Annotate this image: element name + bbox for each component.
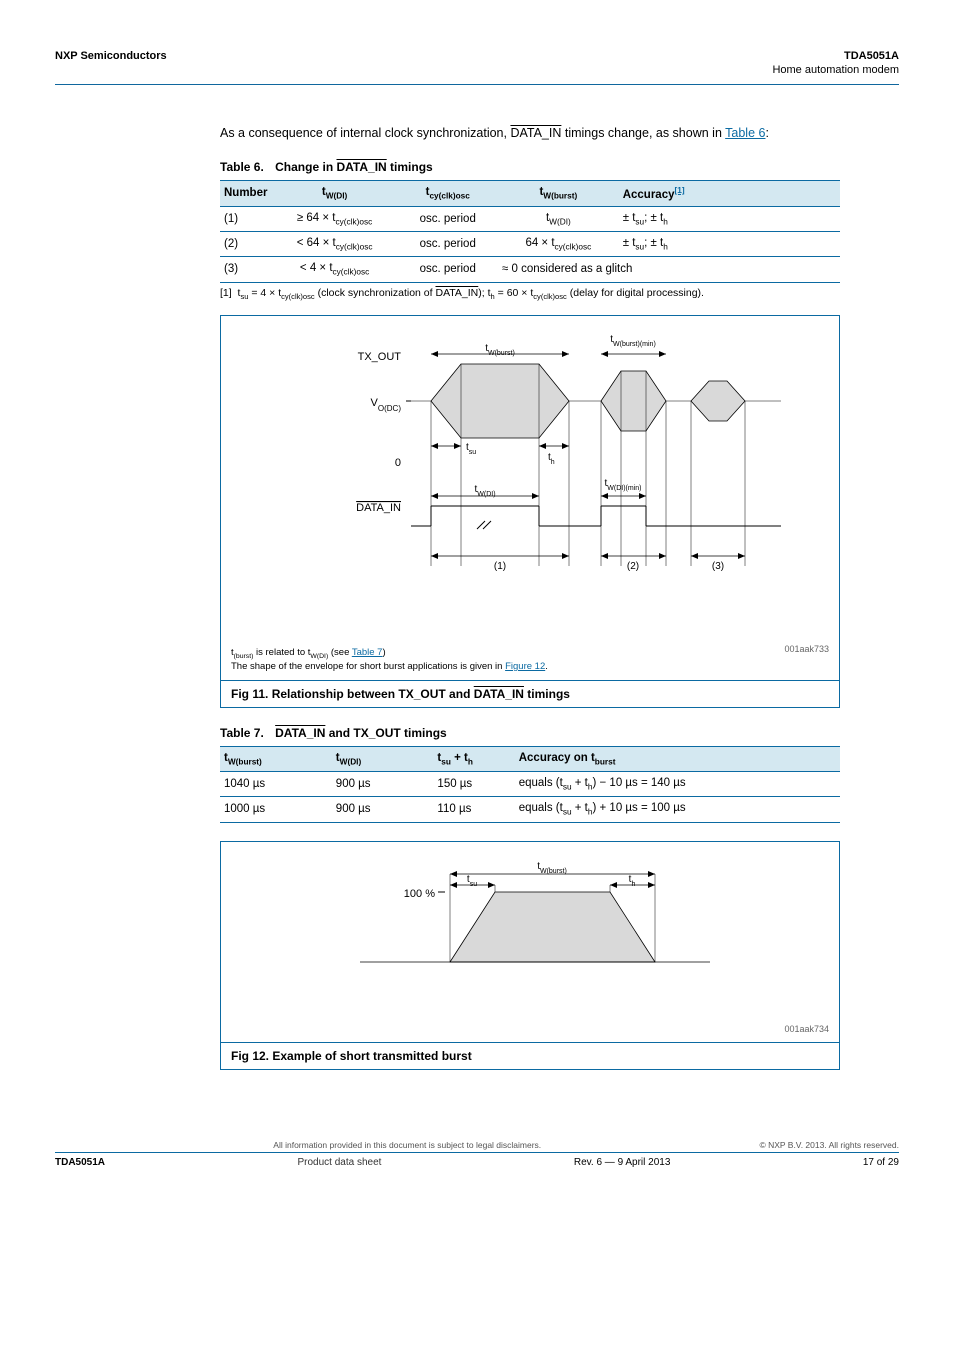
fig12-text: Example of short transmitted burst: [272, 1049, 471, 1063]
footer-doctype: Product data sheet: [297, 1157, 381, 1168]
th-twb: tW(burst): [220, 746, 332, 771]
svg-text:100 %: 100 %: [404, 888, 435, 900]
link-table7[interactable]: Table 7: [352, 647, 383, 658]
th-accuracy: Accuracy[1]: [619, 180, 840, 206]
svg-text:tW(burst)(min): tW(burst)(min): [610, 334, 656, 348]
footer-rev: Rev. 6 — 9 April 2013: [574, 1157, 671, 1168]
doc-title: Home automation modem: [772, 64, 899, 76]
th-number: Number: [220, 180, 272, 206]
svg-text:tW(burst): tW(burst): [537, 861, 567, 875]
link-figure12[interactable]: Figure 12: [505, 661, 545, 672]
svg-text:tW(burst): tW(burst): [485, 343, 515, 357]
footer-page: 17 of 29: [863, 1157, 899, 1168]
footer-docid: TDA5051A: [55, 1157, 105, 1168]
th-twdi: tW(DI): [272, 180, 398, 206]
table7-header-row: tW(burst) tW(DI) tsu + th Accuracy on tb…: [220, 746, 840, 771]
header-rule: [55, 84, 899, 85]
svg-text:tW(DI): tW(DI): [474, 484, 495, 498]
figure11-svg: TX_OUT VO(DC) 0: [231, 326, 829, 636]
svg-text:tW(DI)(min): tW(DI)(min): [605, 478, 642, 492]
table-row: 1040 µs 900 µs 150 µs equals (tsu + th) …: [220, 771, 840, 796]
svg-text:VO(DC): VO(DC): [371, 397, 402, 413]
figure11-footnote: 001aak733 t(burst) is related to tW(DI) …: [221, 643, 839, 680]
doc-id: TDA5051A: [844, 50, 899, 62]
intro-paragraph: As a consequence of internal clock synch…: [220, 125, 899, 142]
figure12-caption-bar: Fig 12. Example of short transmitted bur…: [221, 1042, 839, 1069]
svg-text:th: th: [548, 452, 555, 466]
table6-footnote: [1] tsu = 4 × tcy(clk)osc (clock synchro…: [220, 287, 899, 301]
svg-text:(1): (1): [494, 561, 506, 572]
figure12-id-row: 001aak734: [221, 1019, 839, 1043]
svg-text:(3): (3): [712, 561, 724, 572]
th-tsuth: tsu + th: [433, 746, 514, 771]
table7-caption: Table 7. DATA_IN and TX_OUT timings: [220, 726, 899, 740]
table-row: (1) ≥ 64 × tcy(clk)osc osc. period tW(DI…: [220, 206, 840, 231]
table7-label: Table 7.: [220, 726, 264, 740]
link-table6[interactable]: Table 6: [725, 126, 765, 140]
main-content: As a consequence of internal clock synch…: [220, 125, 899, 1070]
fig11-label: Fig 11.: [231, 687, 268, 701]
figure12-id: 001aak734: [784, 1024, 829, 1034]
th-tcy: tcy(clk)osc: [397, 180, 498, 206]
svg-text:DATA_IN: DATA_IN: [356, 502, 401, 514]
table6-caption: Table 6. Change in DATA_IN timings: [220, 160, 899, 174]
footnote-ref-1[interactable]: [1]: [675, 186, 685, 195]
fig12-label: Fig 12.: [231, 1049, 269, 1063]
table6-label: Table 6.: [220, 160, 264, 174]
footer-legal: All information provided in this documen…: [273, 1140, 541, 1150]
page-header-sub: Home automation modem: [55, 64, 899, 76]
th-acc: Accuracy on tburst: [515, 746, 840, 771]
table-row: 1000 µs 900 µs 110 µs equals (tsu + th) …: [220, 797, 840, 822]
svg-text:tsu: tsu: [466, 442, 476, 456]
th-twdi: tW(DI): [332, 746, 434, 771]
figure11-frame: TX_OUT VO(DC) 0: [220, 315, 840, 708]
page-header: NXP Semiconductors TDA5051A: [55, 50, 899, 62]
table7: tW(burst) tW(DI) tsu + th Accuracy on tb…: [220, 746, 840, 823]
svg-text:TX_OUT: TX_OUT: [358, 351, 402, 363]
figure11-id: 001aak733: [784, 643, 829, 655]
page: NXP Semiconductors TDA5051A Home automat…: [0, 0, 954, 1208]
table6-header-row: Number tW(DI) tcy(clk)osc tW(burst) Accu…: [220, 180, 840, 206]
figure12-svg: 100 % tW(burst) tsu: [320, 852, 740, 1012]
footer-copyright: © NXP B.V. 2013. All rights reserved.: [759, 1140, 899, 1150]
table-row: (2) < 64 × tcy(clk)osc osc. period 64 × …: [220, 232, 840, 257]
svg-text:(2): (2): [627, 561, 639, 572]
figure11-caption-bar: Fig 11. Relationship between TX_OUT and …: [221, 680, 839, 707]
th-twburst: tW(burst): [498, 180, 619, 206]
svg-text:th: th: [629, 874, 636, 888]
company-name: NXP Semiconductors: [55, 50, 167, 62]
svg-text:0: 0: [395, 457, 401, 469]
table6: Number tW(DI) tcy(clk)osc tW(burst) Accu…: [220, 180, 840, 283]
figure12-frame: 100 % tW(burst) tsu: [220, 841, 840, 1071]
table-row: (3) < 4 × tcy(clk)osc osc. period ≈ 0 co…: [220, 257, 840, 282]
footer-block: All information provided in this documen…: [55, 1140, 899, 1168]
svg-text:tsu: tsu: [467, 874, 477, 888]
